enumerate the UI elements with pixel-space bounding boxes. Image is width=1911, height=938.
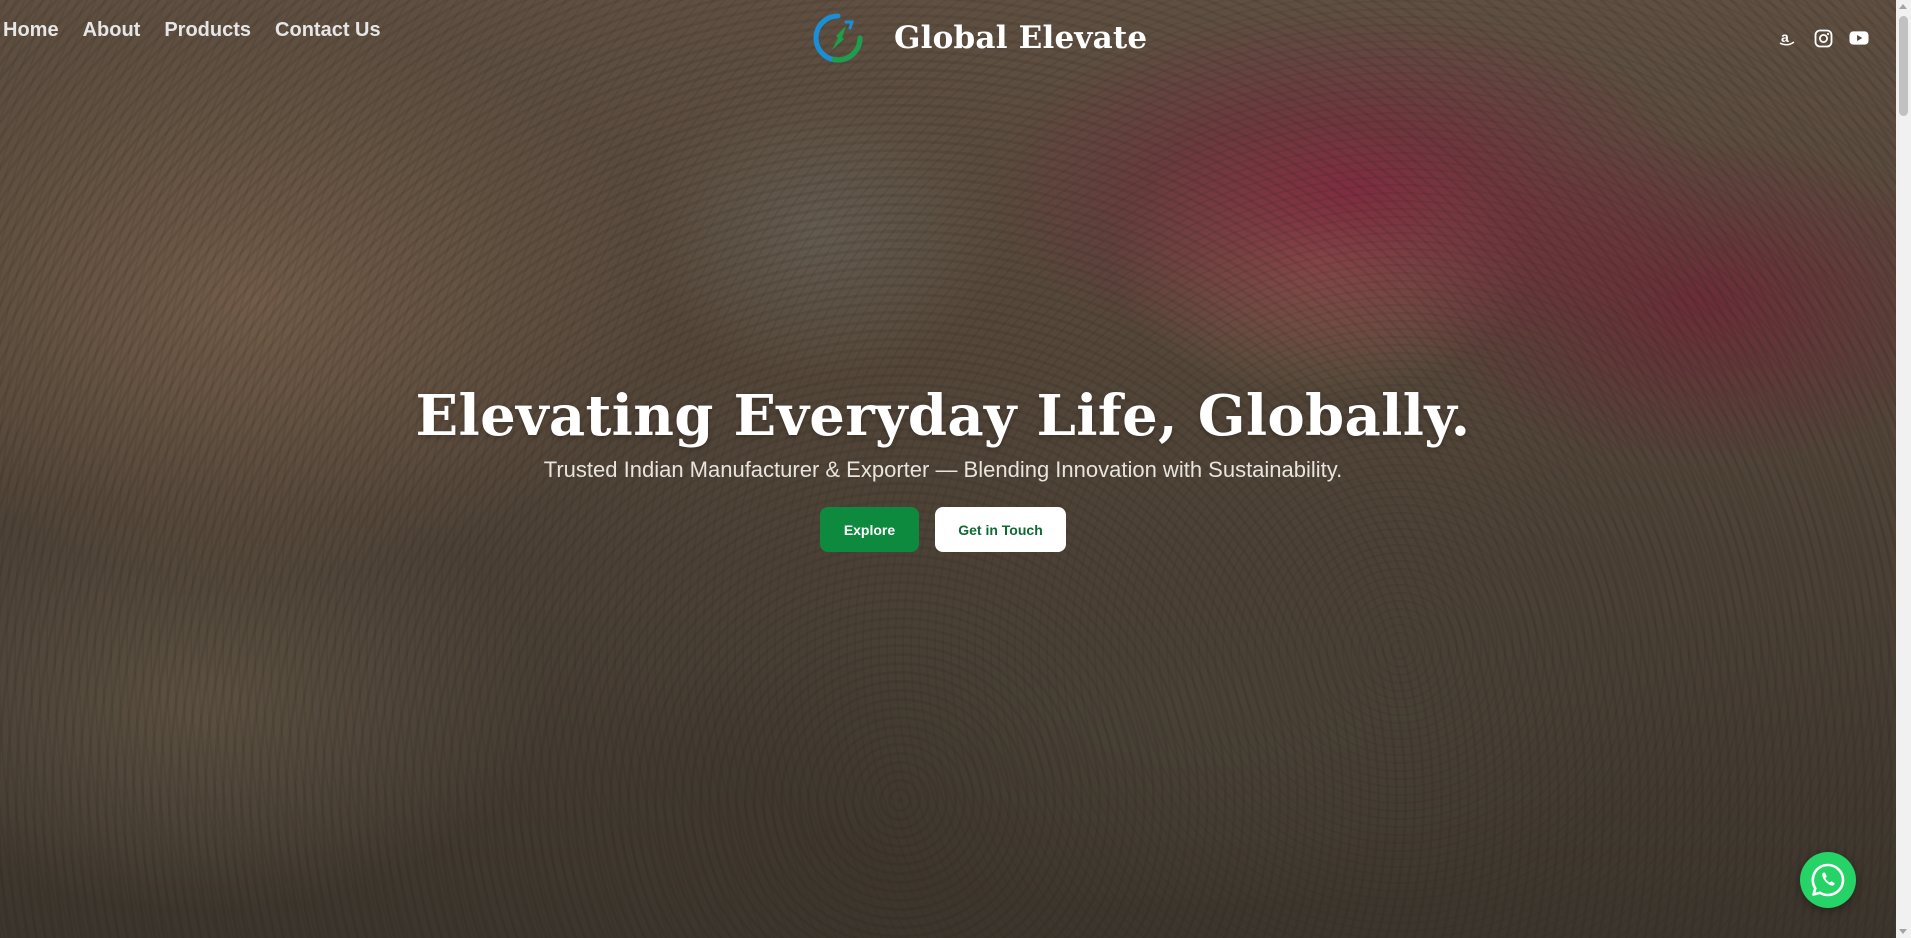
nav-home-link[interactable]: Home	[3, 20, 59, 40]
youtube-icon[interactable]	[1849, 28, 1869, 48]
nav-about-link[interactable]: About	[83, 20, 141, 40]
hero-subtitle: Trusted Indian Manufacturer & Exporter —…	[543, 457, 1343, 482]
get-in-touch-button[interactable]: Get in Touch	[935, 507, 1066, 552]
nav-contact-link[interactable]: Contact Us	[275, 20, 381, 40]
scroll-thumb[interactable]	[1899, 16, 1908, 116]
hero-section: Elevating Everyday Life, Globally. Trust…	[0, 383, 1886, 552]
social-links: a	[1777, 28, 1869, 48]
whatsapp-icon	[1811, 863, 1845, 897]
explore-button[interactable]: Explore	[820, 507, 919, 552]
brand[interactable]: Global Elevate	[812, 12, 1147, 64]
whatsapp-chat-button[interactable]	[1800, 852, 1856, 908]
brand-name: Global Elevate	[894, 20, 1148, 56]
nav-products-link[interactable]: Products	[164, 20, 251, 40]
global-elevate-logo-icon	[813, 13, 863, 63]
amazon-icon[interactable]: a	[1777, 28, 1797, 48]
instagram-icon[interactable]	[1813, 28, 1833, 48]
page: Home About Products Contact Us Global El…	[0, 0, 1911, 938]
scroll-down-arrow-icon[interactable]	[1899, 929, 1907, 934]
main-navigation: Home About Products Contact Us	[3, 20, 381, 40]
hero-title: Elevating Everyday Life, Globally.	[415, 383, 1471, 449]
hero-buttons: Explore Get in Touch	[0, 507, 1886, 552]
scroll-up-arrow-icon[interactable]	[1899, 4, 1907, 9]
page-scrollbar[interactable]	[1896, 0, 1911, 938]
svg-text:a: a	[1781, 29, 1789, 45]
